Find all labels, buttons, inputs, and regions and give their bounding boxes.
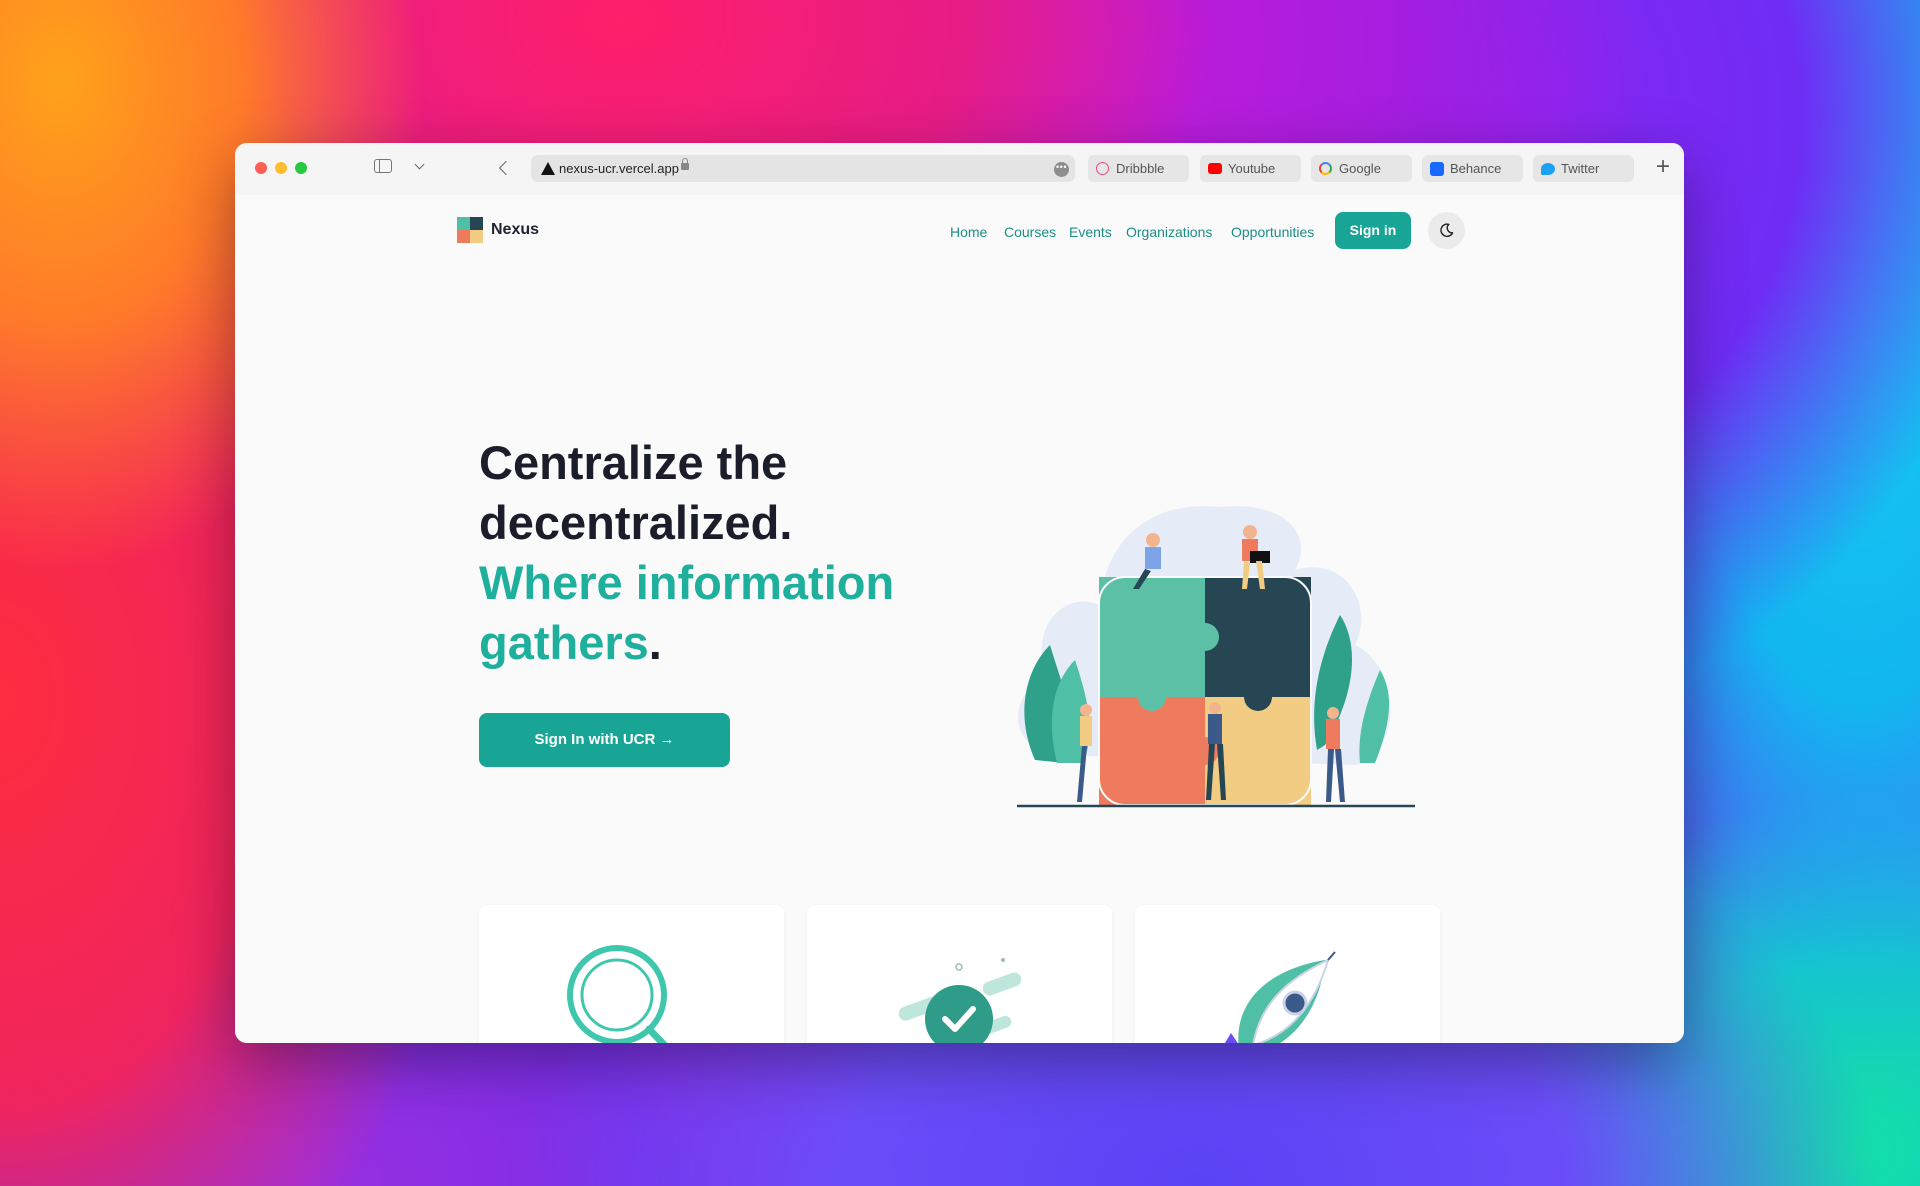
address-url: nexus-ucr.vercel.app <box>559 161 679 176</box>
hero-line-2: decentralized. <box>479 496 793 549</box>
hero-accent-heading: Where information gathers. <box>479 553 959 673</box>
nav-courses[interactable]: Courses <box>1004 224 1056 240</box>
close-window-button[interactable] <box>255 162 267 174</box>
hero-line-1: Centralize the <box>479 436 788 489</box>
bookmark-label: Twitter <box>1561 161 1600 176</box>
bookmark-label: Youtube <box>1228 161 1276 176</box>
new-tab-button[interactable]: + <box>1656 153 1670 181</box>
bookmark-twitter[interactable]: Twitter <box>1533 155 1634 182</box>
bookmark-dribbble[interactable]: Dribbble <box>1088 155 1189 182</box>
zoom-window-button[interactable] <box>295 162 307 174</box>
bookmark-label: Behance <box>1450 161 1502 176</box>
twitter-icon <box>1541 163 1555 175</box>
bookmark-behance[interactable]: Behance <box>1422 155 1523 182</box>
feature-card-search <box>479 905 784 1043</box>
back-arrow-icon[interactable] <box>498 160 514 176</box>
search-icon <box>567 945 668 1043</box>
moon-icon <box>1440 223 1454 237</box>
hero-heading: Centralize the decentralized. <box>479 433 792 553</box>
hero-period: . <box>648 616 662 669</box>
dribbble-icon <box>1096 162 1109 175</box>
nav-organizations[interactable]: Organizations <box>1126 224 1212 240</box>
browser-toolbar: nexus-ucr.vercel.app ••• Dribbble Youtub… <box>235 143 1684 196</box>
bookmark-youtube[interactable]: Youtube <box>1200 155 1301 182</box>
bookmark-google[interactable]: Google <box>1311 155 1412 182</box>
brand-name[interactable]: Nexus <box>491 221 539 239</box>
browser-window: nexus-ucr.vercel.app ••• Dribbble Youtub… <box>235 143 1684 1043</box>
minimize-window-button[interactable] <box>275 162 287 174</box>
nav-home[interactable]: Home <box>950 224 987 240</box>
google-icon <box>1319 162 1332 175</box>
nexus-logo-icon[interactable] <box>457 217 483 243</box>
feature-card-rocket <box>1135 905 1440 1043</box>
nav-events[interactable]: Events <box>1069 224 1112 240</box>
behance-icon <box>1430 162 1444 176</box>
hero-accent-line-1: Where information <box>479 556 895 609</box>
feature-card-check <box>807 905 1112 1043</box>
bookmark-label: Dribbble <box>1116 161 1165 176</box>
theme-toggle-button[interactable] <box>1428 212 1465 249</box>
page-content: Nexus Home Courses Events Organizations … <box>235 195 1684 1043</box>
checkmark-icon <box>898 958 1022 1043</box>
sign-in-with-ucr-button[interactable]: Sign In with UCR → <box>479 713 730 767</box>
nav-opportunities[interactable]: Opportunities <box>1231 224 1314 240</box>
bookmark-label: Google <box>1339 161 1381 176</box>
youtube-icon <box>1208 163 1222 174</box>
sidebar-toggle-icon[interactable] <box>374 159 392 173</box>
hero-accent-line-2: gathers <box>479 616 649 669</box>
address-bar[interactable]: nexus-ucr.vercel.app ••• <box>531 155 1075 182</box>
more-icon[interactable]: ••• <box>1054 162 1069 177</box>
puzzle-team-illustration <box>1017 506 1415 808</box>
lock-icon <box>681 158 689 170</box>
rocket-icon <box>1225 951 1336 1043</box>
vercel-icon <box>541 162 555 175</box>
chevron-down-icon[interactable] <box>414 159 425 170</box>
sign-in-button[interactable]: Sign in <box>1335 212 1411 249</box>
